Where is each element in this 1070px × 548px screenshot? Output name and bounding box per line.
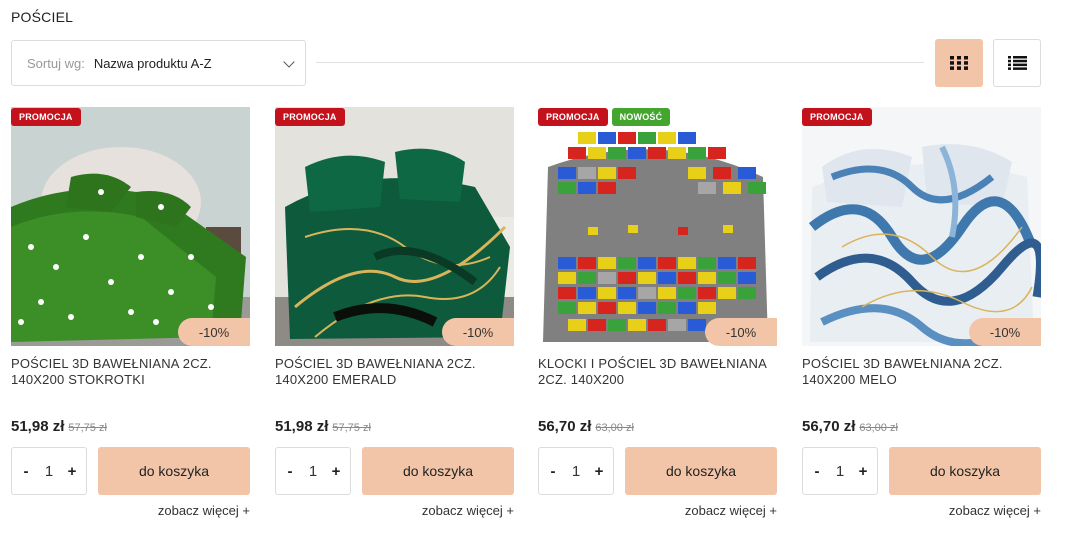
increase-button[interactable]: + bbox=[65, 463, 79, 480]
quantity-value[interactable]: 1 bbox=[309, 463, 317, 480]
sort-select[interactable]: Sortuj wg: Nazwa produktu A-Z bbox=[11, 40, 306, 86]
list-icon bbox=[1007, 56, 1027, 70]
old-price: 57,75 zł bbox=[68, 422, 107, 434]
old-price: 63,00 zł bbox=[859, 422, 898, 434]
decrease-button[interactable]: - bbox=[810, 463, 824, 480]
discount-badge: -10% bbox=[442, 318, 514, 346]
promo-badge: PROMOCJA bbox=[275, 108, 345, 126]
decrease-button[interactable]: - bbox=[19, 463, 33, 480]
price: 51,98 zł bbox=[275, 418, 329, 435]
price: 56,70 zł bbox=[538, 418, 592, 435]
product-image[interactable]: PROMOCJA NOWOŚĆ -10% bbox=[538, 107, 777, 346]
product-image[interactable]: PROMOCJA -10% bbox=[275, 107, 514, 346]
discount-badge: -10% bbox=[178, 318, 250, 346]
quantity-stepper: - 1 + bbox=[538, 447, 614, 495]
see-more-link[interactable]: zobacz więcej + bbox=[275, 503, 514, 518]
promo-badge: PROMOCJA bbox=[11, 108, 81, 126]
quantity-value[interactable]: 1 bbox=[836, 463, 844, 480]
grid-icon bbox=[950, 56, 968, 70]
discount-badge: -10% bbox=[705, 318, 777, 346]
price: 51,98 zł bbox=[11, 418, 65, 435]
price: 56,70 zł bbox=[802, 418, 856, 435]
increase-button[interactable]: + bbox=[329, 463, 343, 480]
increase-button[interactable]: + bbox=[592, 463, 606, 480]
add-to-cart-button[interactable]: do koszyka bbox=[889, 447, 1041, 495]
see-more-link[interactable]: zobacz więcej + bbox=[802, 503, 1041, 518]
quantity-value[interactable]: 1 bbox=[45, 463, 53, 480]
badge-group: PROMOCJA bbox=[275, 108, 345, 126]
add-to-cart-button[interactable]: do koszyka bbox=[98, 447, 250, 495]
product-name[interactable]: POŚCIEL 3D BAWEŁNIANA 2cz. 140x200 STOKR… bbox=[11, 356, 250, 418]
product-name[interactable]: POŚCIEL 3D BAWEŁNIANA 2cz. 140x200 MELO bbox=[802, 356, 1041, 418]
product-photo-daisies bbox=[11, 107, 250, 346]
badge-group: PROMOCJA bbox=[802, 108, 872, 126]
product-image[interactable]: PROMOCJA -10% bbox=[11, 107, 250, 346]
promo-badge: PROMOCJA bbox=[802, 108, 872, 126]
old-price: 63,00 zł bbox=[595, 422, 634, 434]
page-title: POŚCIEL bbox=[11, 9, 74, 25]
quantity-value[interactable]: 1 bbox=[572, 463, 580, 480]
decrease-button[interactable]: - bbox=[283, 463, 297, 480]
add-to-cart-button[interactable]: do koszyka bbox=[362, 447, 514, 495]
product-card: PROMOCJA -10% POŚCIEL 3D BAWEŁNIANA 2cz.… bbox=[802, 107, 1041, 518]
product-name[interactable]: KLOCKI I POŚCIEL 3D BAWEŁNIANA 2cz. 140x… bbox=[538, 356, 777, 418]
price-row: 56,70 zł 63,00 zł bbox=[802, 418, 1041, 435]
badge-group: PROMOCJA NOWOŚĆ bbox=[538, 108, 671, 126]
discount-badge: -10% bbox=[969, 318, 1041, 346]
badge-group: PROMOCJA bbox=[11, 108, 81, 126]
list-view-button[interactable] bbox=[993, 39, 1041, 87]
divider bbox=[316, 62, 924, 63]
price-row: 56,70 zł 63,00 zł bbox=[538, 418, 777, 435]
product-image[interactable]: PROMOCJA -10% bbox=[802, 107, 1041, 346]
add-to-cart-button[interactable]: do koszyka bbox=[625, 447, 777, 495]
see-more-link[interactable]: zobacz więcej + bbox=[11, 503, 250, 518]
promo-badge: PROMOCJA bbox=[538, 108, 608, 126]
decrease-button[interactable]: - bbox=[546, 463, 560, 480]
product-card: PROMOCJA NOWOŚĆ -10% KLOCKI I POŚCIEL 3D… bbox=[538, 107, 777, 518]
product-actions: - 1 + do koszyka bbox=[11, 447, 250, 495]
quantity-stepper: - 1 + bbox=[275, 447, 351, 495]
product-actions: - 1 + do koszyka bbox=[538, 447, 777, 495]
old-price: 57,75 zł bbox=[332, 422, 371, 434]
sort-value: Nazwa produktu A-Z bbox=[93, 55, 212, 71]
increase-button[interactable]: + bbox=[856, 463, 870, 480]
price-row: 51,98 zł 57,75 zł bbox=[11, 418, 250, 435]
new-badge: NOWOŚĆ bbox=[611, 108, 671, 126]
chevron-down-icon bbox=[283, 56, 295, 68]
price-row: 51,98 zł 57,75 zł bbox=[275, 418, 514, 435]
product-actions: - 1 + do koszyka bbox=[802, 447, 1041, 495]
product-name[interactable]: POŚCIEL 3D BAWEŁNIANA 2cz. 140x200 EMERA… bbox=[275, 356, 514, 418]
product-actions: - 1 + do koszyka bbox=[275, 447, 514, 495]
product-photo-melo bbox=[802, 107, 1041, 346]
quantity-stepper: - 1 + bbox=[802, 447, 878, 495]
product-card: PROMOCJA -10% POŚCIEL 3D BAWEŁNIANA 2cz.… bbox=[275, 107, 514, 518]
see-more-link[interactable]: zobacz więcej + bbox=[538, 503, 777, 518]
product-card: PROMOCJA -10% POŚCIEL 3D BAWEŁNIANA 2cz.… bbox=[11, 107, 250, 518]
grid-view-button[interactable] bbox=[935, 39, 983, 87]
sort-label: Sortuj wg: bbox=[27, 55, 85, 71]
product-photo-emerald bbox=[275, 107, 514, 346]
quantity-stepper: - 1 + bbox=[11, 447, 87, 495]
product-photo-blocks bbox=[538, 107, 777, 346]
